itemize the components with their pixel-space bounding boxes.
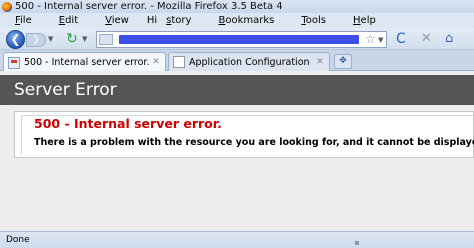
navigation-toolbar: ❮ ❯ ▼ ↻ ▼ ☆ ▼ C ✕ ⌂	[0, 28, 474, 50]
refresh-icon[interactable]: C	[396, 31, 406, 47]
new-tab-icon: ✥	[339, 56, 347, 66]
close-tab-icon[interactable]: ✕	[151, 57, 161, 67]
firefox-icon	[2, 1, 12, 12]
menu-history[interactable]: Hi story	[147, 15, 201, 26]
reload-icon[interactable]: ↻	[64, 31, 80, 47]
home-icon[interactable]: ⌂	[445, 31, 453, 46]
tab-label: Application Configuration	[189, 56, 310, 68]
url-dropdown-icon[interactable]: ▼	[378, 36, 383, 44]
menu-bar: File Edit View Hi story Bookmarks Tools H…	[0, 13, 474, 28]
forward-arrow-icon: ❯	[31, 34, 41, 45]
menu-tools[interactable]: Tools	[292, 15, 335, 26]
window-title: 500 - Internal server error. - Mozilla F…	[15, 1, 283, 12]
blank-page-icon	[173, 56, 185, 68]
forward-button[interactable]: ❯	[26, 33, 46, 47]
stop-icon[interactable]: ✕	[421, 31, 432, 46]
tab-server-error[interactable]: 500 - Internal server error. ✕	[3, 52, 166, 72]
close-tab-icon[interactable]: ✕	[315, 57, 325, 67]
url-text-redacted[interactable]	[119, 35, 359, 44]
menu-view[interactable]: View	[96, 15, 138, 26]
new-tab-button[interactable]: ✥	[334, 54, 352, 69]
status-text: Done	[6, 235, 30, 245]
menu-bookmarks[interactable]: Bookmarks	[209, 15, 283, 26]
back-arrow-icon: ❮	[10, 32, 21, 46]
status-divider	[355, 241, 359, 245]
error-heading: 500 - Internal server error.	[34, 116, 222, 131]
page-content: Server Error 500 - Internal server error…	[0, 71, 474, 231]
tab-label: 500 - Internal server error.	[24, 57, 150, 68]
site-identity-icon[interactable]	[99, 34, 113, 45]
menu-file[interactable]: File	[6, 15, 41, 26]
menu-help[interactable]: Help	[344, 15, 385, 26]
window-titlebar: 500 - Internal server error. - Mozilla F…	[0, 0, 474, 13]
tab-application-configuration[interactable]: Application Configuration ✕	[168, 52, 330, 71]
error-panel: 500 - Internal server error. There is a …	[14, 111, 474, 158]
page-title: Server Error	[0, 75, 474, 105]
address-bar[interactable]: ☆ ▼	[96, 31, 387, 48]
toolbar-dropdown-icon[interactable]: ▼	[82, 35, 87, 43]
history-dropdown-icon[interactable]: ▼	[48, 35, 53, 43]
error-message: There is a problem with the resource you…	[34, 137, 474, 148]
page-favicon-icon	[8, 56, 20, 69]
back-button[interactable]: ❮	[6, 30, 25, 49]
bookmark-star-icon[interactable]: ☆	[365, 32, 376, 46]
tab-bar: 500 - Internal server error. ✕ Applicati…	[0, 50, 474, 72]
status-bar: Done	[0, 231, 474, 248]
menu-edit[interactable]: Edit	[50, 15, 87, 26]
